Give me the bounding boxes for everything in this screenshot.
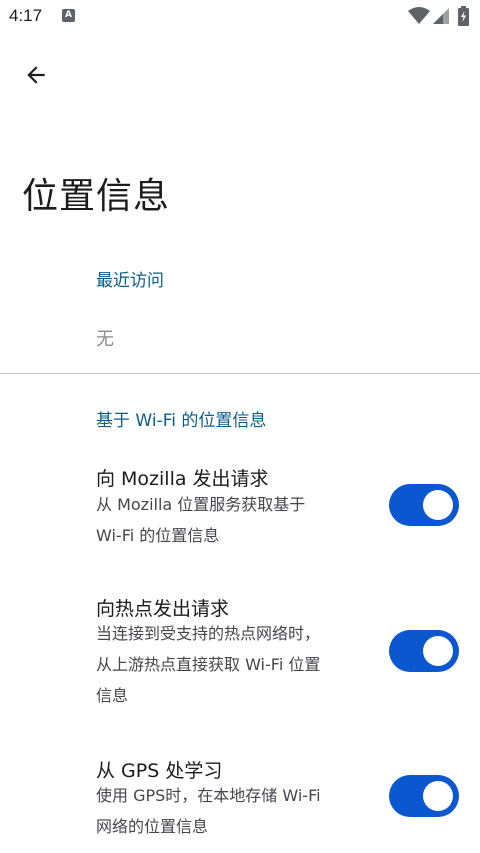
mozilla-request-switch[interactable] [389, 484, 459, 526]
signal-icon [433, 8, 449, 24]
status-time: 4:17 [9, 6, 43, 25]
status-icons [408, 6, 472, 27]
hotspot-request-switch[interactable] [389, 630, 459, 672]
pref-title: 向热点发出请求 [96, 598, 230, 620]
pref-summary-line: 使用 GPS时，在本地存储 Wi-Fi [96, 786, 321, 805]
switch-thumb [423, 490, 453, 520]
pref-summary-line: 信息 [96, 686, 129, 705]
switch-thumb [423, 636, 453, 666]
pref-learn-from-gps[interactable]: 从 GPS 处学习 使用 GPS时，在本地存储 Wi-Fi 网络的位置信息 [0, 756, 480, 846]
battery-icon [458, 6, 469, 26]
pref-summary-line: Wi-Fi 的位置信息 [96, 526, 220, 545]
pref-summary-line: 网络的位置信息 [96, 817, 209, 836]
keyboard-a-icon: A [62, 9, 75, 22]
section-header-recent-access: 最近访问 [96, 271, 164, 291]
pref-hotspot-request[interactable]: 向热点发出请求 当连接到受支持的热点网络时， 从上游热点直接获取 Wi-Fi 位… [0, 594, 480, 714]
wifi-icon [408, 7, 430, 24]
pref-summary-line: 从上游热点直接获取 Wi-Fi 位置 [96, 655, 321, 674]
switch-thumb [423, 781, 453, 811]
pref-summary: 从 Mozilla 位置服务获取基于 Wi-Fi 的位置信息 [96, 489, 366, 551]
back-button[interactable] [16, 55, 56, 95]
learn-from-gps-switch[interactable] [389, 775, 459, 817]
pref-summary: 使用 GPS时，在本地存储 Wi-Fi 网络的位置信息 [96, 780, 366, 842]
pref-title: 从 GPS 处学习 [96, 760, 223, 782]
pref-summary-line: 当连接到受支持的热点网络时， [96, 624, 321, 643]
recent-access-empty-text: 无 [96, 329, 114, 350]
pref-title: 向 Mozilla 发出请求 [96, 468, 269, 490]
arrow-back-icon [27, 66, 45, 84]
status-bar: 4:17 A [0, 0, 480, 34]
pref-summary-line: 从 Mozilla 位置服务获取基于 [96, 495, 306, 514]
section-header-wifi-location: 基于 Wi-Fi 的位置信息 [96, 411, 267, 431]
pref-summary: 当连接到受支持的热点网络时， 从上游热点直接获取 Wi-Fi 位置 信息 [96, 618, 366, 711]
page-title: 位置信息 [22, 176, 171, 217]
divider [0, 373, 480, 374]
pref-mozilla-request[interactable]: 向 Mozilla 发出请求 从 Mozilla 位置服务获取基于 Wi-Fi … [0, 464, 480, 554]
